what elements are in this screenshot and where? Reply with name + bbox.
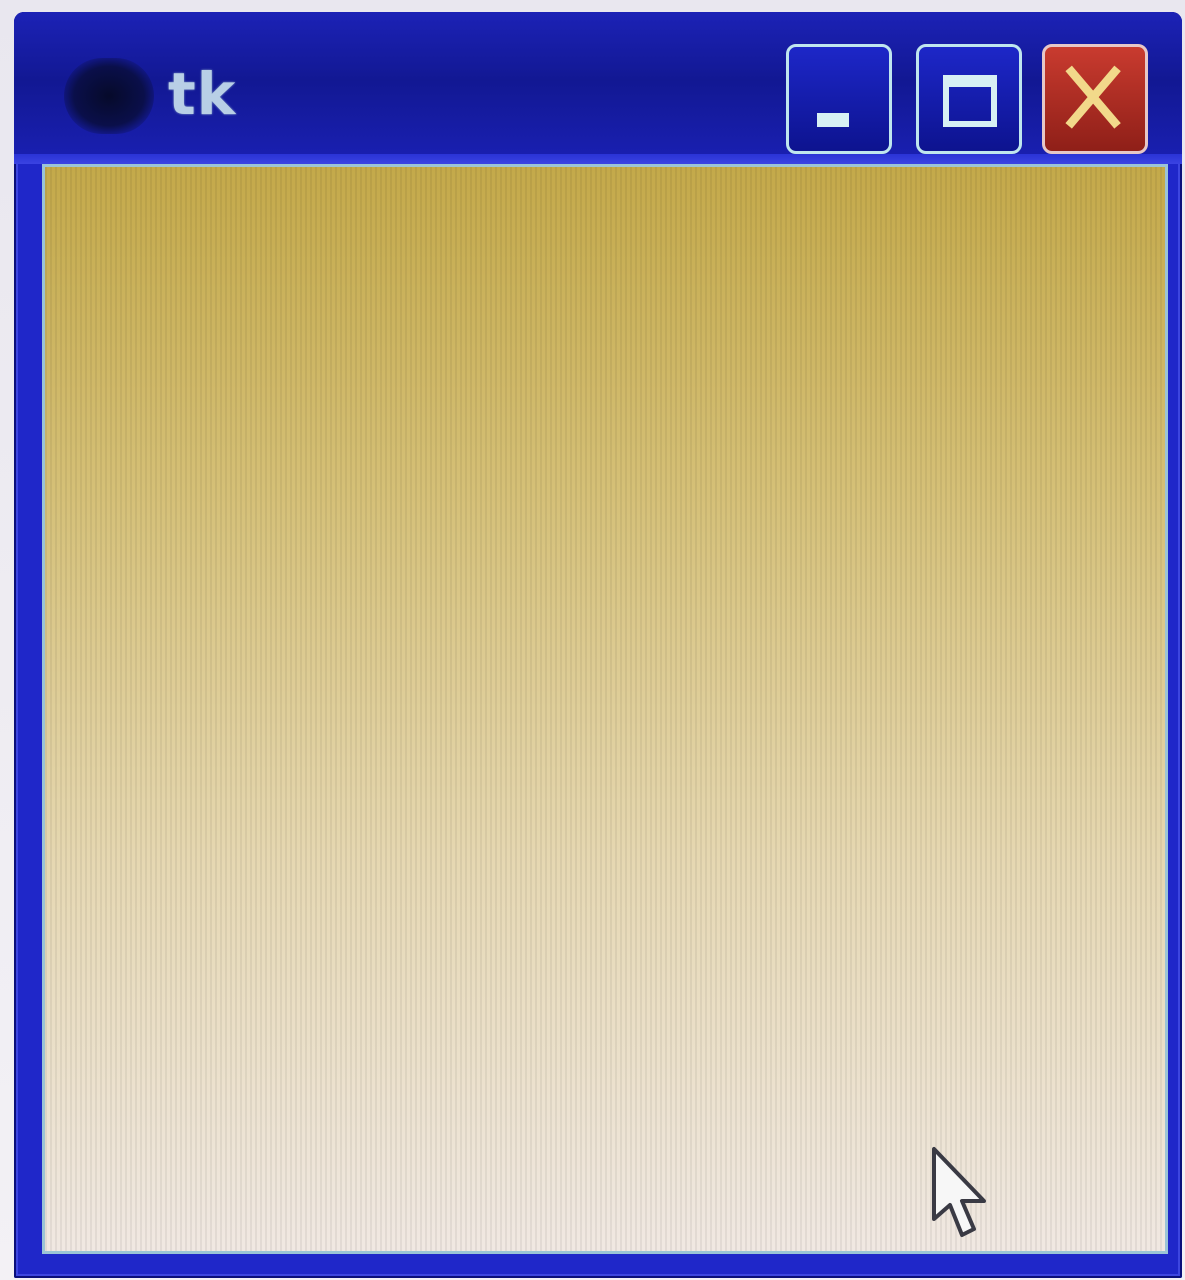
close-button[interactable] <box>1042 44 1148 154</box>
window-client-area[interactable] <box>42 164 1168 1254</box>
desktop: tk <box>0 0 1185 1280</box>
mouse-pointer-icon <box>932 1147 986 1237</box>
title-bar[interactable]: tk <box>14 12 1182 164</box>
minimize-button[interactable] <box>786 44 892 154</box>
minimize-icon <box>817 113 849 127</box>
tk-window: tk <box>14 12 1182 1278</box>
maximize-button[interactable] <box>916 44 1022 154</box>
maximize-icon <box>943 75 997 127</box>
window-title: tk <box>168 60 237 128</box>
tk-app-icon[interactable] <box>64 58 154 134</box>
close-icon <box>1065 65 1121 129</box>
